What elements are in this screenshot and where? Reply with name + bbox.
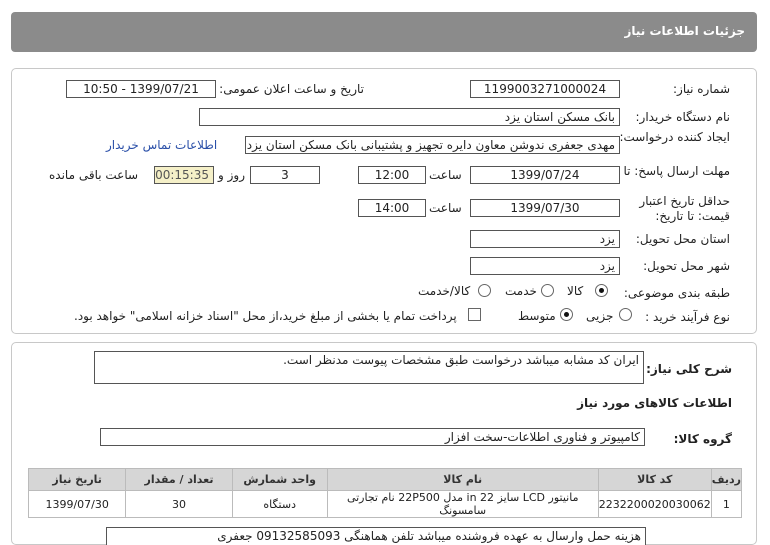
cell-code: 2232200020030062 xyxy=(597,490,712,518)
province-label: استان محل تحویل: xyxy=(635,232,730,246)
description-label: شرح کلی نیاز: xyxy=(646,362,732,376)
days-label: روز و xyxy=(218,168,245,182)
days-field: 3 xyxy=(250,166,320,184)
category-goods-service-radio[interactable] xyxy=(478,284,491,297)
goods-group-label: گروه کالا: xyxy=(673,432,732,446)
validity-date-field: 1399/07/30 xyxy=(470,199,620,217)
province-field: یزد xyxy=(470,230,620,248)
description-field: ایران کد مشابه میباشد درخواست طبق مشخصات… xyxy=(94,351,644,384)
category-service-radio[interactable] xyxy=(541,284,554,297)
announce-datetime-field: 1399/07/21 - 10:50 xyxy=(66,80,216,98)
col-unit: واحد شمارش xyxy=(231,468,328,491)
need-number-label: شماره نیاز: xyxy=(673,82,730,96)
treasury-payment-checkbox[interactable] xyxy=(468,308,481,321)
city-field: یزد xyxy=(470,257,620,275)
goods-group-field: کامپیوتر و فناوری اطلاعات-سخت افزار xyxy=(100,428,645,446)
contact-info-link[interactable]: اطلاعات تماس خریدار xyxy=(106,138,217,152)
category-goods-service-label: کالا/خدمت xyxy=(418,284,471,298)
buyer-label: نام دستگاه خریدار: xyxy=(635,110,731,124)
validity-label: حداقل تاریخ اعتبار قیمت: تا تاریخ: xyxy=(639,194,730,223)
cell-row: 1 xyxy=(710,490,743,518)
creator-label: ایجاد کننده درخواست: xyxy=(619,130,730,144)
goods-note-field: هزینه حمل وارسال به عهده فروشنده میباشد … xyxy=(106,527,646,545)
process-medium-radio[interactable] xyxy=(560,308,573,321)
need-number-field: 1199003271000024 xyxy=(470,80,620,98)
process-medium-label: متوسط xyxy=(518,309,556,323)
buyer-field: بانک مسکن استان یزد xyxy=(199,108,620,126)
announce-label: تاریخ و ساعت اعلان عمومی: xyxy=(219,82,364,96)
treasury-payment-note: پرداخت تمام یا بخشی از مبلغ خرید،از محل … xyxy=(74,309,457,323)
page-header: جزئیات اطلاعات نیاز xyxy=(11,12,757,52)
table-row: 1 2232200020030062 مانیتور LCD سایز 22 i… xyxy=(27,490,743,518)
goods-table: ردیف کد کالا نام کالا واحد شمارش تعداد /… xyxy=(27,468,743,518)
col-quantity: تعداد / مقدار xyxy=(125,468,233,491)
city-label: شهر محل تحویل: xyxy=(643,259,730,273)
cell-name: مانیتور LCD سایز 22 in مدل 22P500 نام تج… xyxy=(326,490,599,518)
col-need-date: تاریخ نیاز xyxy=(27,468,127,491)
category-service-label: خدمت xyxy=(505,284,537,298)
process-label: نوع فرآیند خرید : xyxy=(645,310,730,324)
process-minor-radio[interactable] xyxy=(619,308,632,321)
category-goods-radio[interactable] xyxy=(595,284,608,297)
remaining-label: ساعت باقی مانده xyxy=(49,168,139,182)
category-goods-label: کالا xyxy=(567,284,584,298)
reply-time-field: 12:00 xyxy=(358,166,426,184)
cell-unit: دستگاه xyxy=(231,490,328,518)
col-code: کد کالا xyxy=(597,468,712,491)
remaining-timer: 00:15:35 xyxy=(154,166,214,184)
page-title: جزئیات اطلاعات نیاز xyxy=(624,24,745,38)
cell-quantity: 30 xyxy=(125,490,233,518)
validity-hour-label: ساعت xyxy=(429,201,462,215)
process-minor-label: جزیی xyxy=(586,309,614,323)
creator-field: مهدی جعفری ندوشن معاون دایره تجهیز و پشت… xyxy=(245,136,620,154)
goods-section-title: اطلاعات کالاهای مورد نیاز xyxy=(577,396,732,410)
col-name: نام کالا xyxy=(326,468,599,491)
reply-hour-label: ساعت xyxy=(429,168,462,182)
validity-time-field: 14:00 xyxy=(358,199,426,217)
col-row: ردیف xyxy=(710,468,743,491)
category-label: طبقه بندی موضوعی: xyxy=(623,286,730,300)
reply-date-field: 1399/07/24 xyxy=(470,166,620,184)
goods-table-header: ردیف کد کالا نام کالا واحد شمارش تعداد /… xyxy=(27,468,743,491)
cell-need-date: 1399/07/30 xyxy=(27,490,127,518)
